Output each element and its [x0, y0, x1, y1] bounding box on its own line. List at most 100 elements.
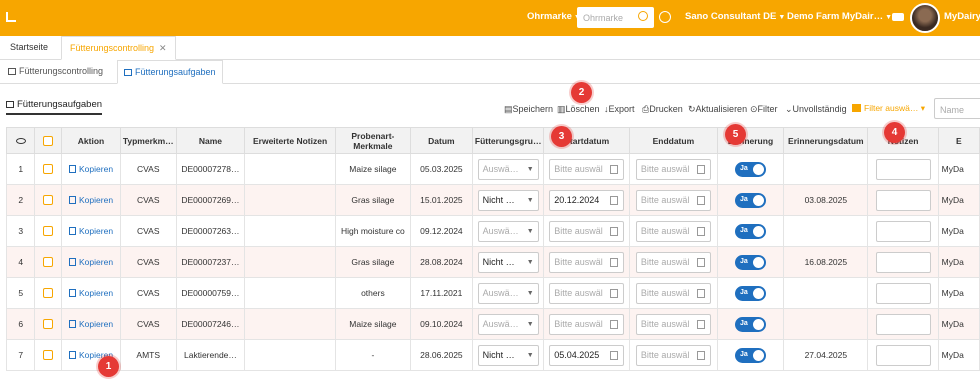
calendar-icon[interactable] — [696, 350, 705, 360]
eye-column-header[interactable] — [5, 127, 36, 154]
eye-icon[interactable] — [15, 137, 26, 144]
filter-select[interactable]: Filter auswä… ▾ — [852, 103, 925, 114]
calendar-icon[interactable] — [610, 288, 619, 298]
select-all-header[interactable] — [34, 127, 63, 154]
row-checkbox[interactable] — [43, 350, 54, 361]
start-date-picker[interactable]: Bitte auswäl — [549, 282, 625, 304]
end-date-picker[interactable]: Bitte auswäl — [635, 313, 711, 335]
feeding-group-select[interactable]: Nicht … ▼ — [477, 344, 539, 366]
end-date-picker[interactable]: Bitte auswäl — [635, 158, 711, 180]
start-date-picker[interactable]: Bitte auswäl — [549, 220, 625, 242]
row-checkbox[interactable] — [43, 164, 54, 175]
column-header[interactable]: Erweiterte Notizen — [244, 127, 336, 154]
row-select-cell[interactable] — [34, 339, 63, 371]
feeding-group-select[interactable]: Auswä… ▼ — [477, 220, 539, 242]
row-checkbox[interactable] — [43, 226, 54, 237]
calendar-icon[interactable] — [610, 164, 619, 174]
calendar-icon[interactable] — [610, 226, 619, 236]
search-icon[interactable] — [638, 11, 648, 21]
row-checkbox[interactable] — [43, 195, 54, 206]
action-cell[interactable]: Kopieren — [61, 277, 121, 309]
row-select-cell[interactable] — [34, 277, 63, 309]
tab-fuetterungscontrolling[interactable]: Fütterungscontrolling ✕ — [61, 36, 176, 60]
export-button[interactable]: ↓Export — [604, 104, 635, 114]
calendar-icon[interactable] — [696, 226, 705, 236]
reminder-toggle[interactable]: Ja — [734, 161, 766, 177]
start-date-picker[interactable]: Bitte auswäl — [549, 158, 625, 180]
avatar[interactable] — [910, 3, 940, 33]
row-select-cell[interactable] — [34, 215, 63, 247]
name-search-input[interactable]: Name — [934, 98, 980, 119]
column-header[interactable]: Erinnerungsdatum — [783, 127, 869, 154]
reminder-toggle[interactable]: Ja — [734, 192, 766, 208]
reminder-toggle[interactable]: Ja — [734, 316, 766, 332]
reminder-toggle[interactable]: Ja — [734, 254, 766, 270]
copy-link[interactable]: Kopieren — [69, 164, 113, 174]
copy-link[interactable]: Kopieren — [69, 257, 113, 267]
table-row[interactable]: 4 Kopieren CVAS DE00007237… Gras silage 28.08… — [5, 246, 980, 278]
column-header[interactable]: Fütterungsgru… — [471, 127, 545, 154]
select-all-checkbox[interactable] — [43, 135, 54, 146]
row-select-cell[interactable] — [34, 184, 63, 216]
start-date-picker[interactable]: 05.04.2025 — [549, 344, 625, 366]
calendar-icon[interactable] — [610, 195, 619, 205]
start-date-picker[interactable]: Bitte auswäl — [549, 251, 625, 273]
calendar-icon[interactable] — [696, 288, 705, 298]
app-name[interactable]: MyDairy — [944, 11, 980, 22]
feeding-group-select[interactable]: Nicht … ▼ — [477, 251, 539, 273]
calendar-icon[interactable] — [610, 257, 619, 267]
end-date-picker[interactable]: Bitte auswäl — [635, 282, 711, 304]
copy-link[interactable]: Kopieren — [69, 226, 113, 236]
farm-dropdown[interactable]: Demo Farm MyDair… ▼ — [787, 11, 892, 22]
subtab-fuetterungscontrolling[interactable]: Fütterungscontrolling — [2, 60, 109, 84]
delete-button[interactable]: ▥Löschen — [557, 104, 600, 115]
calendar-icon[interactable] — [696, 319, 705, 329]
zoom-search-icon[interactable] — [659, 11, 671, 23]
reminder-toggle[interactable]: Ja — [734, 223, 766, 239]
feeding-group-select[interactable]: Auswä… ▼ — [477, 282, 539, 304]
copy-link[interactable]: Kopieren — [69, 319, 113, 329]
copy-link[interactable]: Kopieren — [69, 195, 113, 205]
notes-input[interactable] — [875, 251, 931, 273]
action-cell[interactable]: Kopieren — [61, 153, 121, 185]
filter-button[interactable]: ⊙Filter — [750, 104, 778, 115]
end-date-picker[interactable]: Bitte auswäl — [635, 189, 711, 211]
column-header[interactable]: Name — [175, 127, 246, 154]
action-cell[interactable]: Kopieren — [61, 184, 121, 216]
row-checkbox[interactable] — [43, 288, 54, 299]
incomplete-button[interactable]: ⌄Unvollständig — [785, 104, 847, 115]
feeding-group-select[interactable]: Auswä… ▼ — [477, 158, 539, 180]
column-header[interactable]: Datum — [409, 127, 473, 154]
end-date-picker[interactable]: Bitte auswäl — [635, 251, 711, 273]
row-select-cell[interactable] — [34, 308, 63, 340]
notes-input[interactable] — [875, 313, 931, 335]
row-checkbox[interactable] — [43, 257, 54, 268]
print-button[interactable]: ⎙Drucken — [642, 104, 683, 115]
notes-input[interactable] — [875, 189, 931, 211]
calendar-icon[interactable] — [696, 195, 705, 205]
calendar-icon[interactable] — [696, 164, 705, 174]
notes-input[interactable] — [875, 220, 931, 242]
logo-icon[interactable] — [6, 12, 16, 22]
notes-input[interactable] — [875, 282, 931, 304]
column-header[interactable]: Typmerkm… — [119, 127, 177, 154]
action-cell[interactable]: Kopieren — [61, 308, 121, 340]
close-icon[interactable]: ✕ — [159, 43, 167, 53]
reminder-toggle[interactable]: Ja — [734, 347, 766, 363]
calendar-icon[interactable] — [610, 350, 619, 360]
start-date-picker[interactable]: Bitte auswäl — [549, 313, 625, 335]
calendar-icon[interactable] — [696, 257, 705, 267]
table-row[interactable]: 2 Kopieren CVAS DE00007269… Gras silage 15.01… — [5, 184, 980, 216]
column-header[interactable]: Enddatum — [628, 127, 718, 154]
save-button[interactable]: ▤Speichern — [504, 104, 553, 115]
action-cell[interactable]: Kopieren — [61, 246, 121, 278]
column-header[interactable]: Probenart-Merkmale — [334, 127, 411, 154]
table-row[interactable]: 3 Kopieren CVAS DE00007263… High moisture co… — [5, 215, 980, 247]
table-row[interactable]: 1 Kopieren CVAS DE00007278… Maize silage 05.0… — [5, 153, 980, 185]
end-date-picker[interactable]: Bitte auswäl — [635, 220, 711, 242]
action-cell[interactable]: Kopieren — [61, 215, 121, 247]
row-checkbox[interactable] — [43, 319, 54, 330]
subtab-fuetterungsaufgaben[interactable]: Fütterungsaufgaben — [117, 60, 223, 84]
table-row[interactable]: 5 Kopieren CVAS DE00000759… others 17.11.2021… — [5, 277, 980, 309]
copy-link[interactable]: Kopieren — [69, 288, 113, 298]
